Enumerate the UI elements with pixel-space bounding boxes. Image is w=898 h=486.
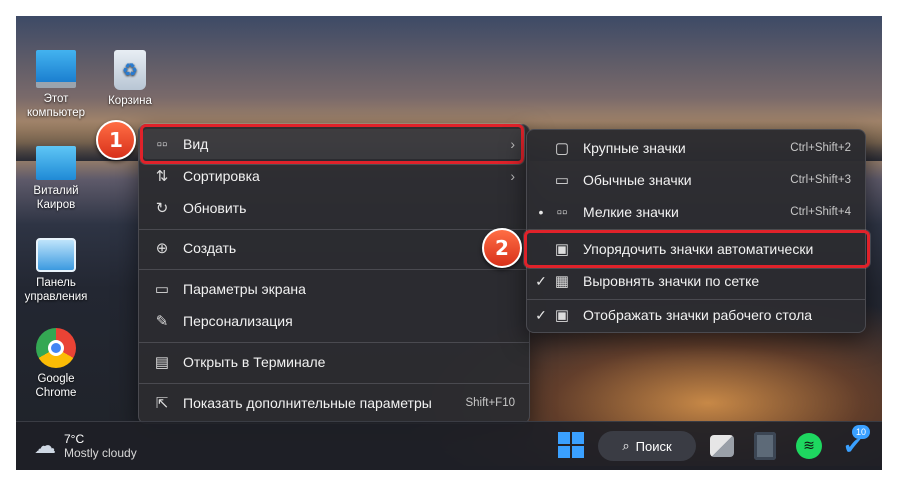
check-icon: ✓ (535, 306, 547, 323)
highlight-view-item (140, 124, 524, 164)
plus-circle-icon: ⊕ (155, 240, 169, 257)
menu-item-display-settings[interactable]: ▭ Параметры экрана (143, 274, 525, 304)
submenu-item-label: Обычные значки (583, 172, 692, 188)
todo-app-icon[interactable]: ✔ 10 (840, 425, 871, 459)
menu-item-create[interactable]: ⊕ Создать (143, 233, 525, 263)
submenu-item-large-icons[interactable]: ▢ Крупные значки Ctrl+Shift+2 (531, 133, 861, 163)
desktop-icon-label: Google (37, 373, 75, 385)
desktop-icon-label: Этот (43, 93, 69, 105)
desktop-icon-this-pc[interactable]: Этот компьютер (16, 50, 96, 120)
highlight-auto-arrange-item (524, 230, 870, 268)
callout-badge-2: 2 (482, 228, 522, 268)
weather-desc: Mostly cloudy (64, 446, 137, 460)
menu-item-open-terminal[interactable]: ▤ Открыть в Терминале (143, 347, 525, 377)
desktop-icon-recycle-bin[interactable]: ♻ Корзина (90, 50, 170, 108)
show-desktop-icons-icon: ▣ (554, 307, 570, 324)
submenu-item-label: Мелкие значки (583, 204, 679, 220)
windows-logo-icon (572, 432, 584, 444)
desktop-icon-label: Виталий (33, 185, 79, 197)
windows-logo-icon (572, 446, 584, 458)
menu-item-personalization[interactable]: ✎ Персонализация (143, 306, 525, 336)
search-label: Поиск (635, 438, 672, 454)
submenu-item-shortcut: Ctrl+Shift+4 (790, 206, 851, 218)
taskbar-search[interactable]: ⌕ Поиск (598, 431, 696, 461)
selected-bullet: • (538, 204, 544, 220)
menu-item-shortcut: Shift+F10 (465, 397, 515, 409)
start-button[interactable] (558, 432, 584, 458)
desktop-icon-label: Chrome (35, 387, 77, 399)
weather-temp: 7°C (64, 432, 85, 446)
menu-item-label: Параметры экрана (183, 281, 306, 297)
notification-badge: 10 (852, 425, 871, 439)
menu-item-label: Открыть в Терминале (183, 354, 326, 370)
desktop-icon-label: управления (24, 291, 88, 303)
weather-widget[interactable]: ☁ 7°C Mostly cloudy (34, 428, 137, 464)
submenu-item-align-grid[interactable]: ✓ ▦ Выровнять значки по сетке (531, 266, 861, 296)
large-icons-icon: ▢ (554, 140, 570, 157)
cloud-sun-icon: ☁ (34, 433, 56, 458)
sort-icon: ⇅ (155, 168, 169, 185)
desktop-icon-chrome[interactable]: Google Chrome (16, 328, 96, 400)
calculator-icon[interactable] (754, 432, 776, 460)
display-settings-icon: ▭ (154, 281, 170, 298)
desktop-icon-control-panel[interactable]: Панель управления (16, 238, 96, 304)
menu-item-label: Сортировка (183, 168, 260, 184)
submenu-item-label: Выровнять значки по сетке (583, 273, 760, 289)
search-icon: ⌕ (622, 438, 630, 453)
control-panel-icon (36, 238, 76, 272)
menu-item-label: Персонализация (183, 313, 293, 329)
menu-item-label: Показать дополнительные параметры (183, 395, 432, 411)
menu-separator (139, 383, 529, 384)
menu-item-refresh[interactable]: ↻ Обновить (143, 193, 525, 223)
spotify-icon[interactable]: ≋ (796, 433, 822, 459)
taskbar: ☁ 7°C Mostly cloudy ⌕ Поиск ≋ ✔ 10 (16, 421, 882, 470)
menu-separator (139, 269, 529, 270)
submenu-item-show-desktop-icons[interactable]: ✓ ▣ Отображать значки рабочего стола (531, 300, 861, 330)
chevron-right-icon: › (510, 168, 515, 184)
menu-separator (139, 342, 529, 343)
menu-separator (139, 229, 529, 230)
align-grid-icon: ▦ (554, 273, 570, 290)
menu-item-label: Создать (183, 240, 237, 256)
brush-icon: ✎ (155, 313, 169, 330)
user-folder-icon (36, 146, 76, 180)
submenu-item-label: Крупные значки (583, 140, 686, 156)
callout-badge-1: 1 (96, 120, 136, 160)
windows-logo-icon (558, 446, 570, 458)
desktop-icon-label: Каиров (36, 199, 76, 211)
desktop-icon-label: компьютер (27, 107, 85, 119)
share-icon: ⇱ (155, 395, 169, 412)
desktop-icon-label: Панель (36, 277, 76, 289)
menu-item-label: Обновить (183, 200, 247, 216)
desktop-icon-user-folder[interactable]: Виталий Каиров (16, 146, 96, 212)
windows-logo-icon (558, 432, 570, 444)
recycle-bin-icon: ♻ (114, 50, 146, 90)
submenu-item-label: Отображать значки рабочего стола (583, 307, 813, 323)
desktop-icon-label: Корзина (108, 95, 152, 107)
menu-item-sort[interactable]: ⇅ Сортировка › (143, 161, 525, 191)
desktop-screen: Этот компьютер ♻ Корзина Виталий Каиров … (16, 16, 882, 470)
terminal-icon: ▤ (154, 354, 170, 371)
submenu-item-medium-icons[interactable]: ▭ Обычные значки Ctrl+Shift+3 (531, 165, 861, 195)
submenu-item-shortcut: Ctrl+Shift+3 (790, 174, 851, 186)
desktop-context-menu: ▫▫ Вид › ⇅ Сортировка › ↻ Обновить ⊕ Соз… (138, 124, 530, 424)
chrome-icon (36, 328, 76, 368)
monitor-icon (36, 50, 76, 88)
menu-item-show-more-options[interactable]: ⇱ Показать дополнительные параметры Shif… (143, 388, 525, 418)
submenu-item-shortcut: Ctrl+Shift+2 (790, 142, 851, 154)
medium-icons-icon: ▭ (554, 172, 570, 189)
submenu-item-small-icons[interactable]: • ▫▫ Мелкие значки Ctrl+Shift+4 (531, 197, 861, 227)
refresh-icon: ↻ (155, 200, 169, 217)
small-icons-icon: ▫▫ (556, 203, 568, 221)
check-icon: ✓ (535, 272, 547, 289)
task-view-icon[interactable] (710, 435, 734, 457)
